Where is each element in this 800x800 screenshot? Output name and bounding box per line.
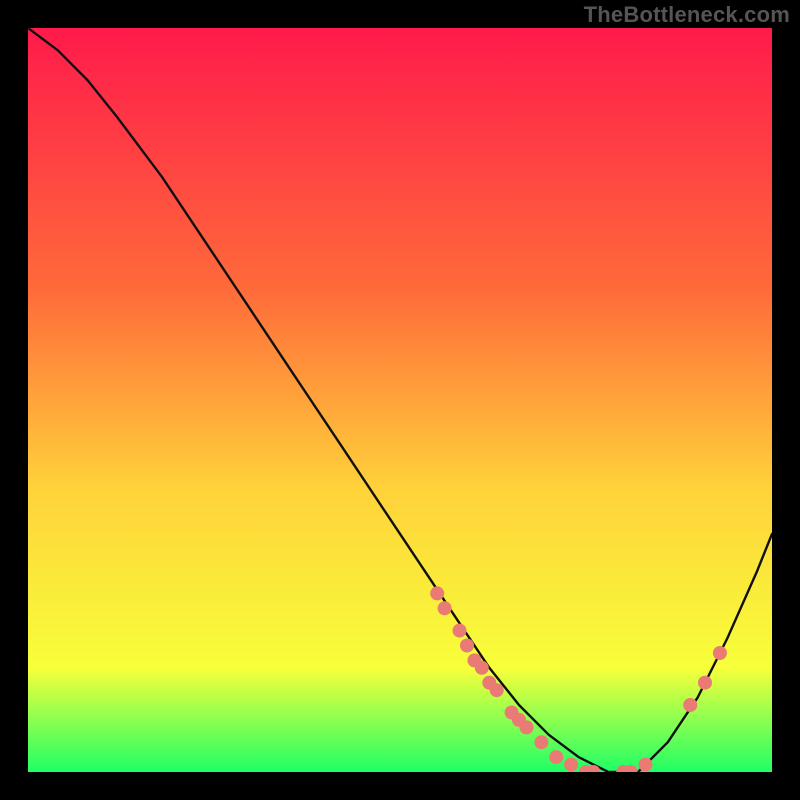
bottleneck-chart bbox=[28, 28, 772, 772]
gradient-background bbox=[28, 28, 772, 772]
curve-marker bbox=[430, 586, 444, 600]
curve-marker bbox=[475, 661, 489, 675]
curve-marker bbox=[534, 735, 548, 749]
curve-marker bbox=[453, 624, 467, 638]
plot-area bbox=[28, 28, 772, 772]
curve-marker bbox=[438, 601, 452, 615]
curve-marker bbox=[713, 646, 727, 660]
chart-frame: TheBottleneck.com bbox=[0, 0, 800, 800]
curve-marker bbox=[683, 698, 697, 712]
curve-marker bbox=[520, 720, 534, 734]
curve-marker bbox=[564, 758, 578, 772]
curve-marker bbox=[698, 676, 712, 690]
curve-marker bbox=[639, 758, 653, 772]
curve-marker bbox=[549, 750, 563, 764]
watermark-text: TheBottleneck.com bbox=[584, 2, 790, 28]
curve-marker bbox=[490, 683, 504, 697]
curve-marker bbox=[460, 639, 474, 653]
